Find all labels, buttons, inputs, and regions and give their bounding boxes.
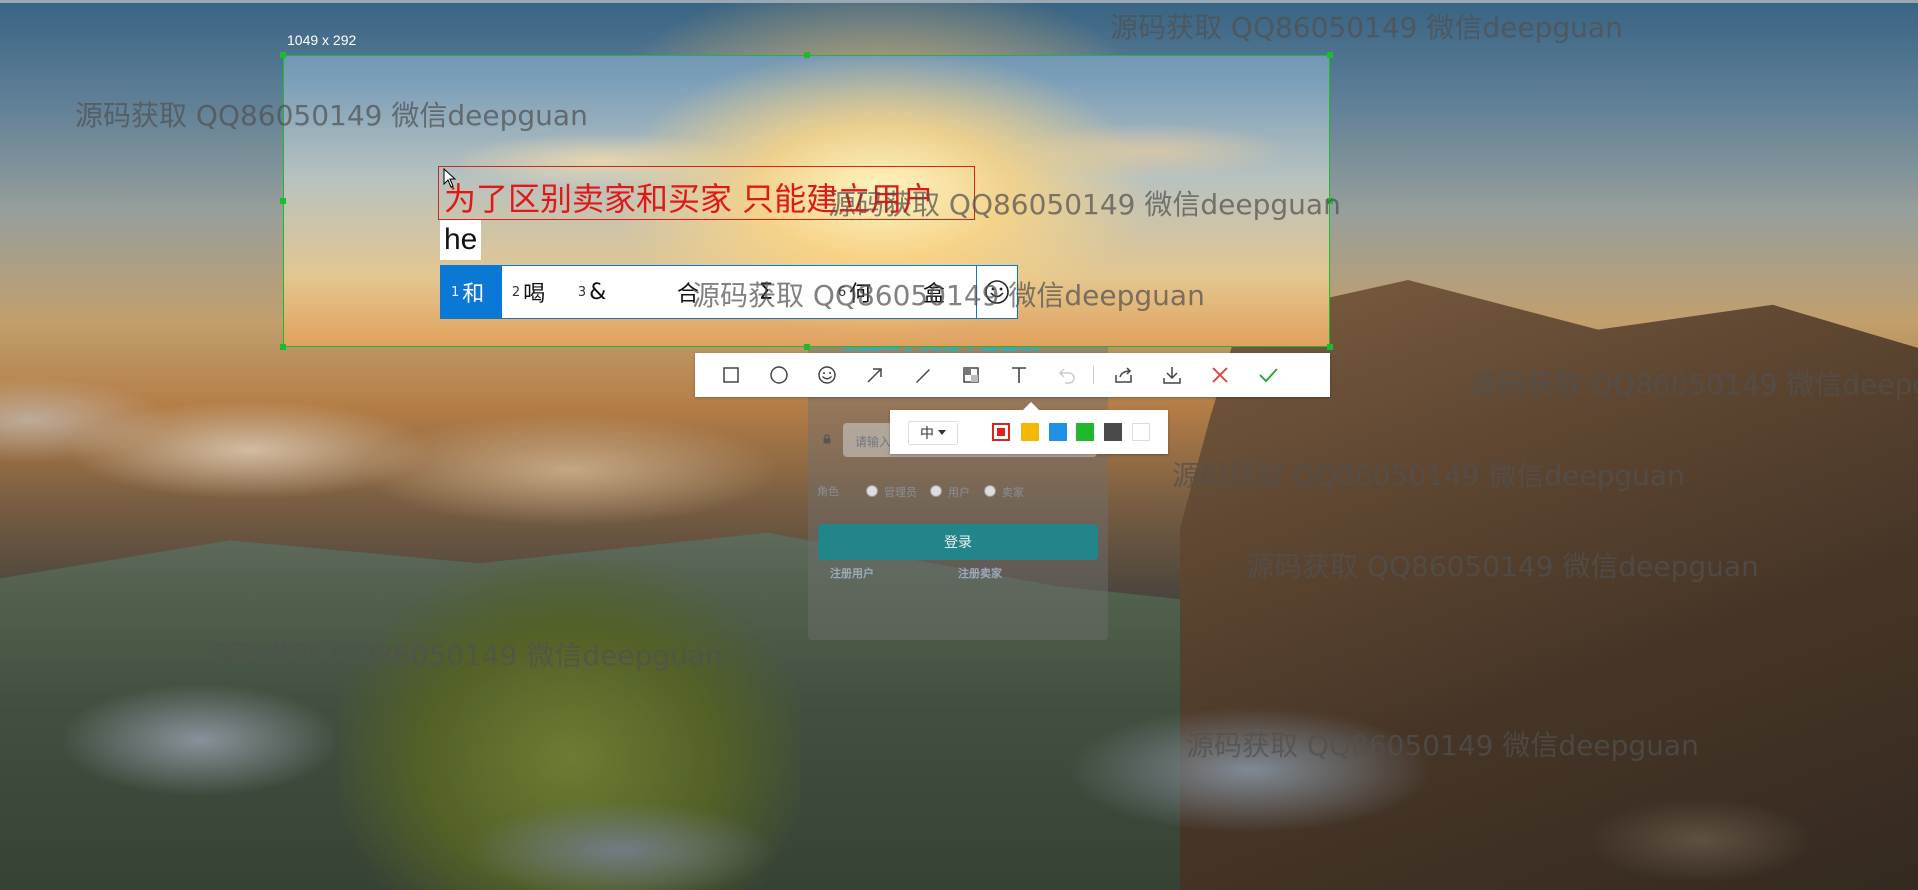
download-icon <box>1163 367 1181 384</box>
resize-handle-se[interactable] <box>1327 344 1333 350</box>
close-icon <box>1212 367 1228 383</box>
pen-tool-button[interactable] <box>899 353 947 397</box>
candidate-number: 2 <box>511 284 521 300</box>
rectangle-tool-button[interactable] <box>707 353 755 397</box>
watermark: 源码获取 QQ86050149 微信deepguan <box>828 188 1341 221</box>
text-tool-button[interactable] <box>995 353 1043 397</box>
candidate-text: & <box>589 279 607 305</box>
watermark: 源码获取 QQ86050149 微信deepguan <box>1246 550 1759 583</box>
undo-button[interactable] <box>1043 353 1091 397</box>
watermark: 源码获取 QQ86050149 微信deepguan <box>1172 459 1685 492</box>
watermark: 源码获取 QQ86050149 微信deepguan <box>1470 368 1918 401</box>
ime-candidate[interactable]: 1和 <box>441 266 502 318</box>
resize-handle-nw[interactable] <box>280 52 286 58</box>
role-radio-admin[interactable]: 管理员 <box>866 484 917 500</box>
emoji-icon <box>818 366 836 384</box>
pen-icon <box>916 369 930 383</box>
role-radio-seller[interactable]: 卖家 <box>984 484 1024 500</box>
chevron-down-icon <box>938 430 946 435</box>
ime-composition: he <box>440 220 482 260</box>
undo-icon <box>1058 368 1075 384</box>
ime-candidate[interactable]: 3 & <box>568 266 634 318</box>
arrow-tool-button[interactable] <box>851 353 899 397</box>
cancel-button[interactable] <box>1196 353 1244 397</box>
resize-handle-s[interactable] <box>804 344 810 350</box>
watermark: 源码获取 QQ86050149 微信deepguan <box>692 279 1205 312</box>
check-icon <box>1259 368 1278 383</box>
password-placeholder: 请输入 <box>855 435 892 449</box>
font-size-select[interactable]: 中 <box>908 421 958 445</box>
arrow-icon <box>867 368 882 383</box>
toolbar-divider <box>1093 366 1094 384</box>
resize-handle-ne[interactable] <box>1327 52 1333 58</box>
color-swatch-white[interactable] <box>1132 423 1150 441</box>
mosaic-icon <box>963 367 979 383</box>
color-swatch-yellow[interactable] <box>1021 423 1039 441</box>
login-button[interactable]: 登录 <box>818 524 1098 560</box>
mosaic-tool-button[interactable] <box>947 353 995 397</box>
watermark: 源码获取 QQ86050149 微信deepguan <box>75 99 588 132</box>
color-swatch-green[interactable] <box>1076 423 1094 441</box>
font-size-value: 中 <box>920 425 934 441</box>
resize-handle-n[interactable] <box>804 52 810 58</box>
share-icon <box>1115 367 1132 383</box>
role-radio-user[interactable]: 用户 <box>930 484 970 500</box>
candidate-number: 3 <box>577 284 587 300</box>
watermark: 源码获取 QQ86050149 微信deepguan <box>1110 11 1623 44</box>
annotation-toolbar <box>695 353 1330 397</box>
candidate-text: 喝 <box>523 282 546 307</box>
color-swatch-blue[interactable] <box>1049 423 1067 441</box>
lock-icon <box>822 434 832 444</box>
register-seller-link[interactable]: 注册卖家 <box>958 565 1002 581</box>
rectangle-icon <box>723 367 739 383</box>
watermark: 源码获取 QQ86050149 微信deepguan <box>1186 729 1699 762</box>
text-icon <box>1012 367 1026 383</box>
ime-candidate[interactable]: 2喝 <box>502 266 568 318</box>
selection-size-label: 1049 x 292 <box>287 32 357 48</box>
confirm-button[interactable] <box>1244 353 1292 397</box>
ellipse-tool-button[interactable] <box>755 353 803 397</box>
mouse-cursor-icon <box>443 167 457 188</box>
watermark: 源码获取 QQ86050149 微信deepguan <box>210 639 723 672</box>
text-options-popup: 中 <box>890 402 1168 454</box>
candidate-text: 和 <box>462 282 485 307</box>
color-swatch-gray[interactable] <box>1104 423 1122 441</box>
download-button[interactable] <box>1148 353 1196 397</box>
ellipse-icon <box>770 366 788 384</box>
candidate-number: 1 <box>451 284 460 300</box>
window-top-border <box>0 0 1918 3</box>
register-user-link[interactable]: 注册用户 <box>830 565 874 581</box>
resize-handle-w[interactable] <box>280 198 286 204</box>
share-button[interactable] <box>1100 353 1148 397</box>
resize-handle-sw[interactable] <box>280 344 286 350</box>
emoji-tool-button[interactable] <box>803 353 851 397</box>
role-label: 角色 <box>817 486 839 498</box>
color-swatch-red[interactable] <box>992 423 1010 441</box>
